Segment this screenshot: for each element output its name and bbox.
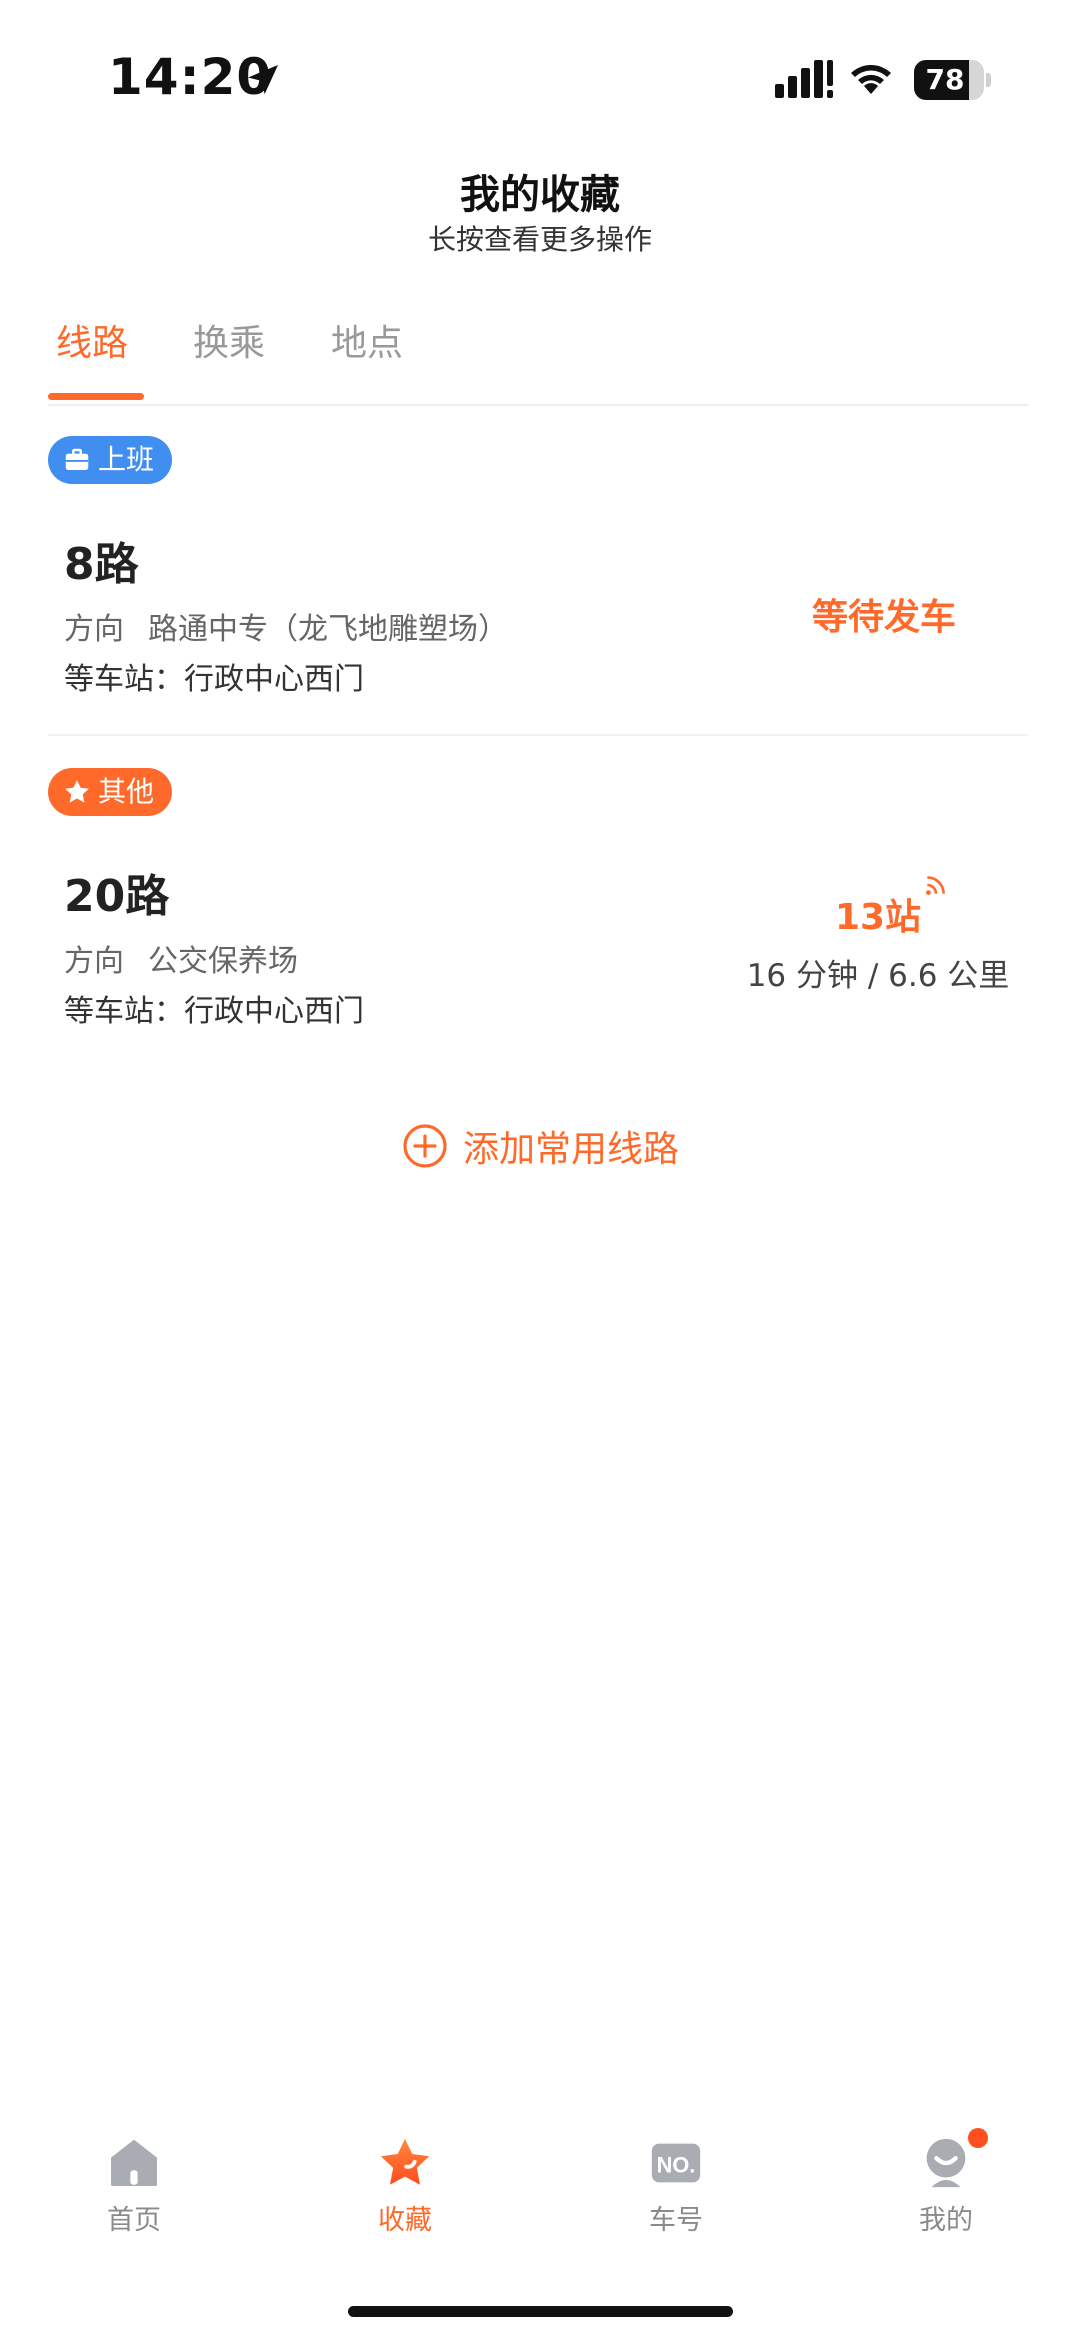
tab-routes[interactable]: 线路 xyxy=(56,314,128,366)
tab-transfer[interactable]: 换乘 xyxy=(193,314,265,366)
stops-away-text: 13站 xyxy=(834,897,922,938)
route-tag-other: 其他 xyxy=(48,768,173,816)
nav-favorites[interactable]: 收藏 xyxy=(305,2120,505,2237)
route-tag-label: 上班 xyxy=(98,443,155,476)
direction-label: 方向 xyxy=(64,612,124,647)
add-route-label: 添加常用线路 xyxy=(462,1129,679,1170)
waiting-stop: 等车站：行政中心西门 xyxy=(64,662,364,697)
stops-away: 13站 xyxy=(834,876,945,940)
battery-body: 78 xyxy=(914,60,984,100)
svg-text:NO.: NO. xyxy=(657,2153,696,2178)
direction-value: 路通中专（龙飞地雕塑场） xyxy=(148,612,508,647)
waiting-stop: 等车站：行政中心西门 xyxy=(64,994,364,1029)
nav-label: 我的 xyxy=(919,2205,973,2236)
add-route-button[interactable]: 添加常用线路 xyxy=(0,1120,1080,1172)
battery-tip xyxy=(986,73,991,87)
route-direction: 方向 路通中专（龙飞地雕塑场） xyxy=(64,604,508,648)
bus-number-icon: NO. xyxy=(651,2143,701,2183)
nav-profile[interactable]: 我的 xyxy=(846,2120,1046,2237)
tab-bar: 线路 换乘 地点 xyxy=(48,300,1028,406)
cellular-signal-icon xyxy=(775,60,833,98)
star-icon xyxy=(65,780,89,803)
route-name: 8路 xyxy=(64,539,139,590)
bottom-nav: 首页 收藏 NO. 车号 我的 xyxy=(0,2120,1080,2260)
eta-distance: 16 分钟 / 6.6 公里 xyxy=(746,958,1010,994)
home-indicator xyxy=(348,2306,733,2317)
route-status: 等待发车 xyxy=(811,597,956,638)
page-title: 我的收藏 xyxy=(460,172,620,218)
page-subtitle: 长按查看更多操作 xyxy=(427,223,652,256)
location-arrow-icon xyxy=(248,65,278,95)
route-name: 20路 xyxy=(64,871,170,922)
nav-home[interactable]: 首页 xyxy=(34,2120,234,2237)
nav-label: 车号 xyxy=(649,2205,703,2236)
route-card-20[interactable]: 其他 20路 方向 公交保养场 等车站：行政中心西门 13站 16 分钟 / 6… xyxy=(48,768,1028,1038)
active-tab-indicator xyxy=(48,393,144,400)
route-tag-work: 上班 xyxy=(48,436,173,484)
route-tag-label: 其他 xyxy=(98,775,155,808)
star-icon xyxy=(380,2138,430,2185)
battery-indicator: 78 xyxy=(914,60,991,100)
nav-label: 收藏 xyxy=(378,2205,432,2236)
nav-bus-number[interactable]: NO. 车号 xyxy=(576,2120,776,2237)
battery-percent: 78 xyxy=(925,63,965,96)
notification-badge xyxy=(968,2128,988,2148)
briefcase-icon xyxy=(65,448,89,470)
home-icon xyxy=(111,2140,157,2186)
route-direction: 方向 公交保养场 xyxy=(64,936,298,980)
add-circle-icon xyxy=(403,1124,447,1168)
direction-value: 公交保养场 xyxy=(148,944,298,979)
direction-label: 方向 xyxy=(64,944,124,979)
wifi-icon xyxy=(851,65,891,94)
profile-icon xyxy=(926,2138,966,2188)
tab-places[interactable]: 地点 xyxy=(331,314,403,366)
status-bar: 14:20 78 xyxy=(0,0,1080,150)
arrival-info: 13站 16 分钟 / 6.6 公里 xyxy=(728,876,1028,995)
route-card-8[interactable]: 上班 8路 方向 路通中专（龙飞地雕塑场） 等车站：行政中心西门 等待发车 xyxy=(48,436,1028,736)
realtime-signal-icon xyxy=(926,876,945,895)
nav-label: 首页 xyxy=(107,2205,161,2236)
